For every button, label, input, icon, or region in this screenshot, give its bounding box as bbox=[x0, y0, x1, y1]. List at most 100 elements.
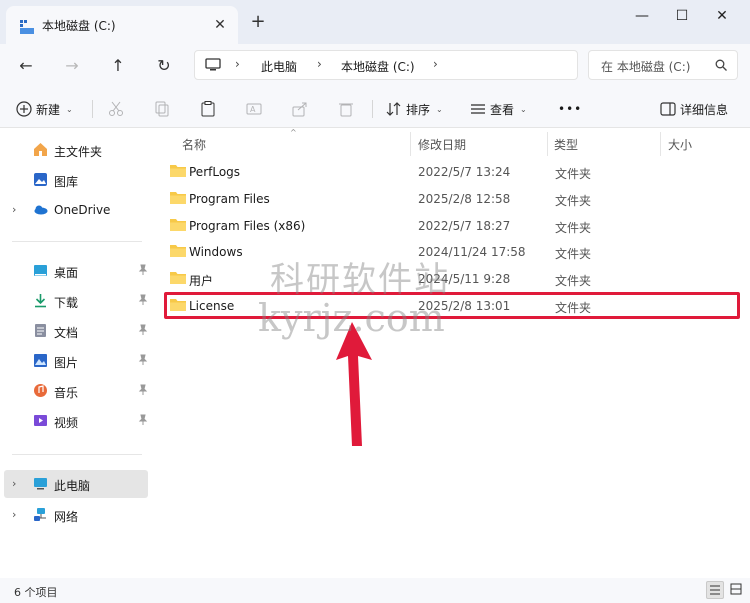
sidebar-item-home[interactable]: 主文件夹 bbox=[4, 136, 148, 164]
chevron-right-icon[interactable]: › bbox=[433, 57, 438, 71]
chevron-down-icon: ⌄ bbox=[520, 104, 527, 114]
table-row[interactable]: 用户 2024/5/11 9:28 文件夹 bbox=[162, 267, 742, 291]
home-icon bbox=[34, 143, 47, 156]
paste-button[interactable] bbox=[200, 96, 216, 122]
cut-button[interactable] bbox=[108, 96, 124, 122]
folder-icon bbox=[170, 272, 186, 284]
close-tab-icon[interactable]: ✕ bbox=[210, 15, 230, 35]
pin-icon[interactable] bbox=[138, 264, 148, 276]
computer-icon bbox=[205, 58, 221, 71]
forward-arrow-icon[interactable]: → bbox=[58, 52, 86, 80]
toolbar-divider bbox=[372, 100, 373, 118]
details-view-button[interactable] bbox=[706, 581, 724, 599]
column-header-date[interactable]: 修改日期 bbox=[418, 136, 466, 160]
onedrive-icon bbox=[34, 205, 48, 215]
file-list: ^ 名称 修改日期 类型 大小 PerfLogs 2022/5/7 13:24 … bbox=[152, 128, 750, 578]
back-arrow-icon[interactable]: ← bbox=[12, 52, 40, 80]
search-input[interactable]: 在 本地磁盘 (C:) bbox=[588, 50, 738, 80]
this-pc-icon bbox=[34, 478, 47, 490]
gallery-icon bbox=[34, 173, 47, 186]
sidebar-item-videos[interactable]: 视频 bbox=[4, 407, 148, 435]
table-row[interactable]: Windows 2024/11/24 17:58 文件夹 bbox=[162, 240, 742, 264]
chevron-right-icon[interactable]: › bbox=[12, 508, 16, 521]
sidebar-item-this-pc[interactable]: › 此电脑 bbox=[4, 470, 148, 498]
details-view-icon bbox=[710, 585, 720, 595]
search-icon bbox=[715, 59, 727, 71]
table-row[interactable]: Program Files (x86) 2022/5/7 18:27 文件夹 bbox=[162, 214, 742, 238]
plus-circle-icon bbox=[16, 101, 32, 117]
tiles-view-button[interactable] bbox=[728, 581, 746, 599]
video-icon bbox=[34, 415, 47, 426]
sidebar-item-music[interactable]: 音乐 bbox=[4, 377, 148, 405]
chevron-right-icon[interactable]: › bbox=[12, 477, 16, 490]
table-row[interactable]: PerfLogs 2022/5/7 13:24 文件夹 bbox=[162, 160, 742, 184]
sidebar-item-gallery[interactable]: 图库 bbox=[4, 166, 148, 194]
breadcrumb-local-disk[interactable]: 本地磁盘 (C:) bbox=[341, 58, 415, 75]
pin-icon[interactable] bbox=[138, 414, 148, 426]
document-icon bbox=[35, 324, 46, 337]
column-divider[interactable] bbox=[660, 132, 661, 156]
new-button[interactable]: 新建 ⌄ bbox=[16, 96, 73, 122]
table-row[interactable]: Program Files 2025/2/8 12:58 文件夹 bbox=[162, 187, 742, 211]
view-label: 查看 bbox=[490, 102, 515, 117]
chevron-right-icon: › bbox=[317, 57, 322, 71]
search-placeholder: 在 本地磁盘 (C:) bbox=[601, 60, 691, 74]
folder-icon bbox=[170, 192, 186, 204]
column-header-name[interactable]: 名称 bbox=[182, 136, 206, 160]
column-header-size[interactable]: 大小 bbox=[668, 136, 692, 160]
share-button[interactable] bbox=[292, 96, 308, 122]
pin-icon[interactable] bbox=[138, 324, 148, 336]
status-bar: 6 个项目 bbox=[0, 578, 750, 603]
breadcrumb-this-pc[interactable]: 此电脑 bbox=[261, 58, 297, 75]
sidebar-item-documents[interactable]: 文档 bbox=[4, 317, 148, 345]
minimize-button[interactable]: — bbox=[622, 6, 662, 26]
folder-icon bbox=[170, 219, 186, 231]
details-pane-icon bbox=[660, 102, 676, 116]
rename-icon: A bbox=[246, 103, 262, 115]
tab-local-disk[interactable]: 本地磁盘 (C:) ✕ bbox=[6, 6, 238, 44]
new-tab-button[interactable]: + bbox=[248, 12, 268, 32]
highlight-box bbox=[164, 292, 740, 319]
address-row: ← → ↑ ↻ › 此电脑 › 本地磁盘 (C:) › 在 本地磁盘 (C:) bbox=[0, 44, 750, 90]
chevron-right-icon[interactable]: › bbox=[12, 203, 16, 216]
picture-icon bbox=[34, 354, 47, 367]
svg-text:A: A bbox=[250, 105, 256, 114]
more-options-button[interactable]: ••• bbox=[558, 96, 582, 122]
watermark-url: kyrjz.com bbox=[258, 296, 445, 340]
clipboard-icon bbox=[201, 101, 215, 117]
sort-button[interactable]: 排序 ⌄ bbox=[386, 96, 443, 122]
up-arrow-icon[interactable]: ↑ bbox=[104, 52, 132, 80]
rename-button[interactable]: A bbox=[246, 96, 262, 122]
copy-button[interactable] bbox=[154, 96, 170, 122]
navigation-pane: 主文件夹 图库 › OneDrive 桌面 下载 文档 图片 音乐 视频 › 此… bbox=[0, 128, 152, 578]
scissors-icon bbox=[109, 101, 123, 116]
address-bar[interactable]: › 此电脑 › 本地磁盘 (C:) › bbox=[194, 50, 578, 80]
maximize-button[interactable]: ☐ bbox=[662, 6, 702, 26]
item-count: 6 个项目 bbox=[14, 586, 58, 599]
refresh-icon[interactable]: ↻ bbox=[150, 52, 178, 80]
pin-icon[interactable] bbox=[138, 384, 148, 396]
network-icon bbox=[34, 508, 46, 521]
sidebar-item-pictures[interactable]: 图片 bbox=[4, 347, 148, 375]
column-divider[interactable] bbox=[547, 132, 548, 156]
details-pane-button[interactable]: 详细信息 bbox=[660, 96, 728, 122]
sidebar-item-downloads[interactable]: 下载 bbox=[4, 287, 148, 315]
close-window-button[interactable]: ✕ bbox=[702, 6, 742, 26]
tab-bar: 本地磁盘 (C:) ✕ + — ☐ ✕ bbox=[0, 0, 750, 44]
file-explorer-icon bbox=[20, 20, 34, 34]
column-header-type[interactable]: 类型 bbox=[554, 136, 578, 160]
trash-icon bbox=[339, 103, 353, 117]
sidebar-item-onedrive[interactable]: › OneDrive bbox=[4, 196, 148, 224]
sidebar-item-network[interactable]: › 网络 bbox=[4, 501, 148, 529]
desktop-icon bbox=[34, 265, 47, 276]
pin-icon[interactable] bbox=[138, 354, 148, 366]
column-divider[interactable] bbox=[410, 132, 411, 156]
copy-icon bbox=[155, 101, 169, 117]
music-icon bbox=[34, 384, 47, 397]
pin-icon[interactable] bbox=[138, 294, 148, 306]
sidebar-item-desktop[interactable]: 桌面 bbox=[4, 257, 148, 285]
sort-ascending-icon: ^ bbox=[290, 128, 297, 137]
view-button[interactable]: 查看 ⌄ bbox=[470, 96, 527, 122]
delete-button[interactable] bbox=[338, 96, 354, 122]
details-label: 详细信息 bbox=[680, 102, 729, 117]
